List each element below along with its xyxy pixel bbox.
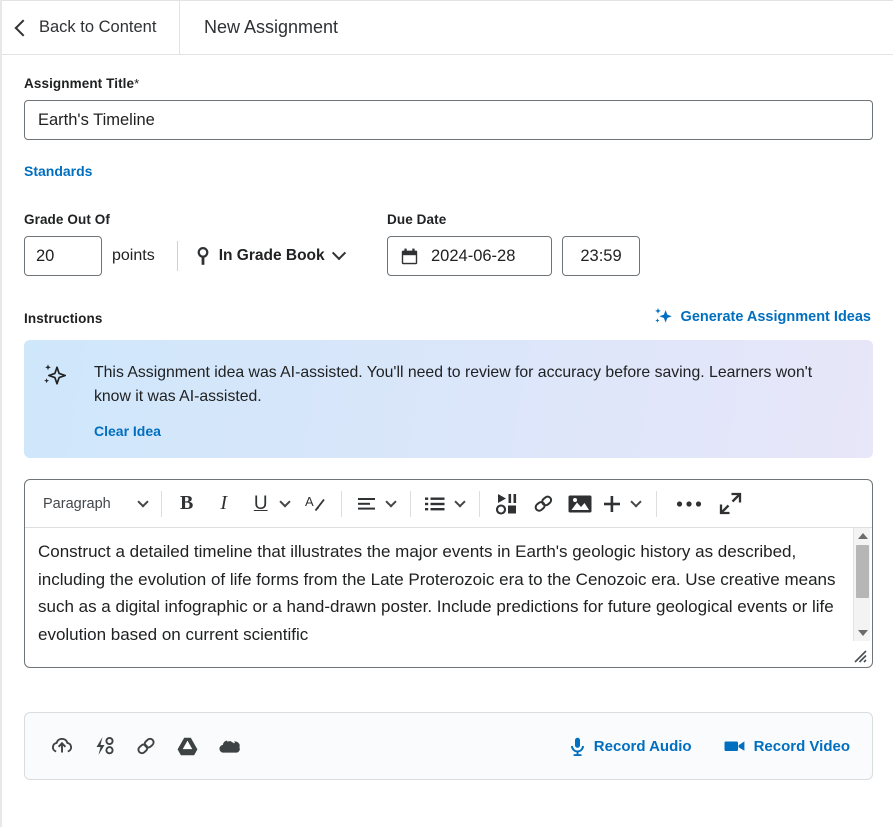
grade-and-due-row: Grade Out Of points In Grade Book (24, 181, 871, 276)
due-date-field: Due Date 2024-06-28 23:59 (387, 212, 640, 276)
required-marker: * (134, 76, 140, 91)
record-video-label: Record Video (753, 737, 850, 755)
clear-formatting-button[interactable]: A (301, 487, 331, 521)
link-icon[interactable] (135, 736, 157, 756)
back-to-content-label: Back to Content (39, 18, 157, 36)
scroll-down-icon[interactable] (858, 630, 868, 636)
divider (176, 241, 178, 271)
paragraph-style-value: Paragraph (43, 495, 111, 512)
chevron-down-icon (630, 495, 642, 508)
ai-banner-message: This Assignment idea was AI-assisted. Yo… (94, 364, 813, 406)
chevron-down-icon (454, 495, 466, 508)
chevron-left-icon (14, 19, 32, 36)
insert-image-button[interactable] (562, 487, 598, 521)
scroll-up-icon[interactable] (858, 533, 868, 539)
grade-out-of-field: Grade Out Of points In Grade Book (24, 212, 387, 276)
new-assignment-page: Back to Content New Assignment Assignmen… (0, 0, 893, 827)
standards-link[interactable]: Standards (24, 163, 92, 179)
page-title: New Assignment (204, 17, 339, 37)
fullscreen-button[interactable] (711, 487, 751, 521)
italic-button[interactable]: I (209, 487, 239, 521)
record-audio-label: Record Audio (593, 737, 692, 755)
underline-options-caret[interactable] (276, 487, 294, 521)
due-date-input[interactable]: 2024-06-28 (387, 236, 552, 276)
due-time-value: 23:59 (580, 246, 622, 265)
svg-text:A: A (305, 494, 314, 509)
align-button[interactable] (352, 487, 382, 521)
chevron-down-icon (385, 495, 397, 508)
assignment-title-field: Assignment Title* (24, 55, 873, 140)
instructions-header-row: Instructions Generate Assignment Ideas (24, 276, 871, 326)
due-time-input[interactable]: 23:59 (562, 236, 640, 276)
bold-button[interactable]: B (172, 487, 202, 521)
points-label: points (112, 247, 155, 264)
pin-icon (196, 246, 210, 266)
upload-cloud-icon[interactable] (51, 736, 73, 756)
microphone-icon (570, 737, 585, 756)
underline-button[interactable]: U (246, 487, 276, 521)
sparkle-icon (654, 307, 673, 326)
back-to-content-button[interactable]: Back to Content (2, 0, 180, 55)
insert-media-button[interactable] (490, 487, 526, 521)
sparkle-icon (42, 361, 94, 458)
insert-more-caret[interactable] (626, 487, 646, 521)
toolbar-divider (409, 490, 411, 517)
video-camera-icon (724, 739, 745, 753)
in-grade-book-dropdown[interactable]: In Grade Book (196, 246, 346, 266)
record-actions: Record Audio Record Video (570, 737, 850, 756)
editor-content: Construct a detailed timeline that illus… (38, 542, 836, 641)
scrollbar-thumb[interactable] (856, 545, 869, 598)
record-video-button[interactable]: Record Video (724, 738, 850, 755)
align-options-caret[interactable] (382, 487, 400, 521)
calendar-icon (401, 248, 418, 265)
generate-assignment-ideas-label: Generate Assignment Ideas (680, 308, 871, 325)
editor-scrollbar[interactable] (853, 528, 870, 641)
attachment-sources (51, 736, 241, 756)
assignment-title-label-text: Assignment Title (24, 76, 135, 91)
editor-footer (25, 641, 872, 667)
instructions-label: Instructions (24, 311, 103, 326)
attachments-bar: Record Audio Record Video (24, 712, 873, 780)
chevron-down-icon (331, 246, 346, 261)
google-drive-icon[interactable] (177, 737, 198, 756)
due-date-value: 2024-06-28 (431, 246, 516, 265)
toolbar-divider (340, 490, 342, 517)
generate-assignment-ideas-button[interactable]: Generate Assignment Ideas (654, 307, 871, 326)
in-grade-book-label: In Grade Book (218, 247, 325, 264)
toolbar-divider (655, 490, 657, 517)
toolbar-divider (478, 490, 480, 517)
due-date-label: Due Date (387, 212, 447, 227)
editor-content-area[interactable]: Construct a detailed timeline that illus… (25, 528, 872, 641)
grade-out-of-label: Grade Out Of (24, 212, 110, 227)
chevron-down-icon (137, 495, 149, 508)
assignment-title-input[interactable] (24, 100, 873, 140)
insert-link-button[interactable] (526, 487, 562, 521)
standards-row: Standards (24, 140, 871, 181)
assignment-title-label: Assignment Title* (24, 76, 871, 91)
toolbar-divider (160, 490, 162, 517)
editor-toolbar: Paragraph B I U A (25, 480, 872, 528)
paragraph-style-select[interactable]: Paragraph (37, 496, 151, 512)
attachments-section: Record Audio Record Video (24, 668, 873, 780)
overflow-menu-button[interactable] (667, 487, 711, 521)
rich-text-editor: Paragraph B I U A Construct a detailed t… (24, 479, 873, 668)
page-header: Back to Content New Assignment (2, 0, 893, 55)
quicklink-icon[interactable] (93, 736, 115, 756)
form-body: Assignment Title* Standards Grade Out Of… (2, 55, 893, 780)
chevron-down-icon (279, 495, 291, 508)
insert-more-button[interactable] (598, 487, 626, 521)
ai-assisted-banner: This Assignment idea was AI-assisted. Yo… (24, 340, 873, 458)
onedrive-icon[interactable] (218, 738, 241, 755)
record-audio-button[interactable]: Record Audio (570, 737, 692, 756)
list-options-caret[interactable] (451, 487, 469, 521)
grade-out-of-input[interactable] (24, 236, 102, 276)
resize-handle[interactable] (851, 647, 867, 663)
list-button[interactable] (421, 487, 451, 521)
clear-idea-link[interactable]: Clear Idea (94, 423, 161, 439)
